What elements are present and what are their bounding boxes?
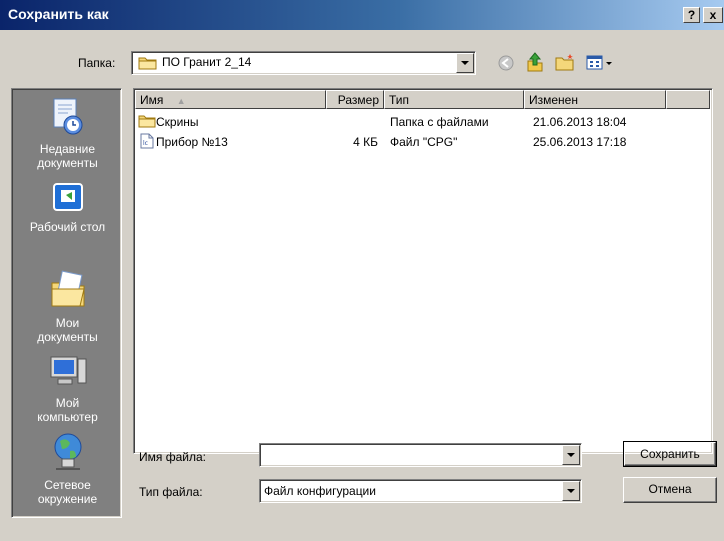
svg-text:lc: lc [143,140,148,147]
folder-icon [138,56,158,73]
filetype-select[interactable]: Файл конфигурации [259,479,582,503]
file-name: Скрины [156,115,199,129]
table-row[interactable]: Скрины Папка с файлами 21.06.2013 18:04 [136,113,710,131]
folder-dropdown-arrow[interactable] [456,53,474,73]
table-row[interactable]: lc Прибор №13 4 КБ Файл "CPG" 25.06.2013… [136,133,710,151]
file-modified: 25.06.2013 17:18 [533,135,627,149]
file-size: 4 КБ [353,135,378,149]
place-recent-documents[interactable]: Недавние документы [12,97,123,170]
column-header-label: Имя [140,93,164,107]
file-modified: 21.06.2013 18:04 [533,115,627,129]
my-documents-icon [12,269,123,314]
network-places-icon [12,431,123,476]
my-computer-icon [12,353,123,394]
view-menu-icon[interactable] [586,55,614,74]
place-network[interactable]: Сетевое окружение [12,431,123,506]
save-button[interactable]: Сохранить [623,441,717,467]
filetype-value: Файл конфигурации [264,484,376,498]
recent-documents-icon [12,97,123,140]
place-label-line1: Мои [55,316,80,330]
help-button[interactable]: ? [683,7,700,23]
file-name: Прибор №13 [156,135,228,149]
back-icon[interactable] [498,55,514,74]
place-my-computer[interactable]: Мой компьютер [12,353,123,424]
folder-combobox[interactable]: ПО Гранит 2_14 [131,51,476,75]
sort-ascending-icon: ▲ [176,96,186,106]
folder-label: Папка: [78,56,116,70]
folder-value: ПО Гранит 2_14 [162,55,252,69]
up-folder-icon[interactable] [526,52,544,75]
window-title: Сохранить как [8,6,109,22]
place-label-line1: Рабочий стол [29,220,106,234]
place-label-line2: документы [37,330,98,344]
filetype-label: Тип файла: [139,485,203,499]
place-label-line1: Недавние [39,142,96,156]
column-header-type[interactable]: Тип [384,90,524,109]
place-label-line2: окружение [37,492,98,506]
place-label-line1: Мой [55,396,80,410]
desktop-icon [12,181,123,218]
place-label-line2: документы [37,156,98,170]
filetype-dropdown-arrow[interactable] [562,481,580,501]
column-header-name[interactable]: Имя ▲ [135,90,326,109]
filename-label: Имя файла: [139,450,206,464]
column-header-modified[interactable]: Изменен [524,90,666,109]
new-folder-icon[interactable] [555,53,575,74]
cpg-file-icon: lc [140,133,154,152]
column-header-size[interactable]: Размер [326,90,384,109]
save-button-label: Сохранить [640,447,700,461]
file-type: Файл "CPG" [390,135,458,149]
place-desktop[interactable]: Рабочий стол [12,181,123,234]
place-my-documents[interactable]: Мои документы [12,269,123,344]
title-bar[interactable]: Сохранить как ? x [0,0,724,30]
place-label-line2: компьютер [37,410,98,424]
close-button[interactable]: x [703,7,723,23]
folder-icon [138,114,156,131]
places-bar: Недавние документы Рабочий стол Мои доку… [11,88,122,518]
column-header-filler [666,90,710,109]
filename-dropdown-arrow[interactable] [562,445,580,465]
cancel-button[interactable]: Отмена [623,477,717,503]
file-type: Папка с файлами [390,115,489,129]
place-label-line1: Сетевое [44,478,91,492]
file-list[interactable]: Имя ▲ Размер Тип Изменен Скрины Папка с … [133,88,713,454]
filename-input[interactable] [259,443,582,467]
